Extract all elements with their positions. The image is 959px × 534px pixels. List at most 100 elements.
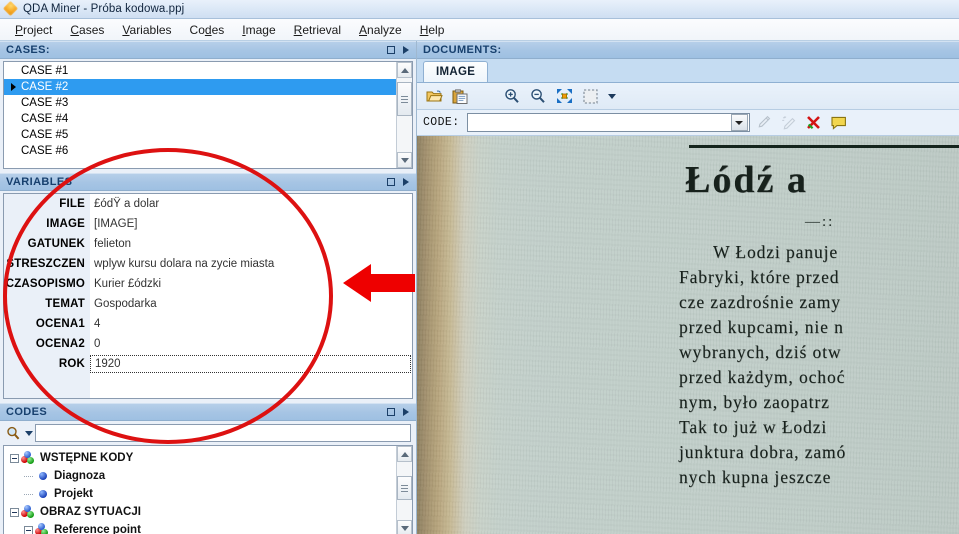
chevron-down-icon[interactable]: [605, 85, 619, 107]
variable-name: OCENA2: [4, 334, 90, 354]
variable-value[interactable]: 0: [90, 334, 412, 354]
codes-scrollbar[interactable]: [396, 446, 412, 534]
variable-row[interactable]: FILE £ódŸ a dolar: [4, 194, 412, 214]
code-tree-node[interactable]: Reference point: [8, 521, 396, 534]
code-tree-label: Diagnoza: [54, 470, 106, 482]
collapse-toggle-icon[interactable]: [8, 452, 21, 465]
variable-row[interactable]: OCENA2 0: [4, 334, 412, 354]
codes-expand-icon[interactable]: [399, 406, 412, 419]
menu-retrieval[interactable]: Retrieval: [285, 21, 350, 39]
codes-maximize-button[interactable]: [384, 406, 397, 419]
unassign-code-icon[interactable]: [778, 112, 800, 134]
case-row-label: CASE #4: [21, 113, 69, 125]
code-tree-node[interactable]: WSTĘPNE KODY: [8, 449, 396, 467]
menu-analyze[interactable]: Analyze: [350, 21, 411, 39]
tab-image[interactable]: IMAGE: [423, 61, 489, 82]
cases-scrollbar[interactable]: [396, 62, 412, 168]
scroll-down-icon[interactable]: [397, 152, 412, 168]
selection-tool-icon[interactable]: [579, 85, 601, 107]
menu-project[interactable]: Project: [6, 21, 61, 39]
variable-row[interactable]: GATUNEK felieton: [4, 234, 412, 254]
codes-scroll-track[interactable]: [397, 462, 412, 520]
case-row[interactable]: CASE #1: [4, 63, 396, 79]
variable-row[interactable]: STRESZCZEN wplyw kursu dolara na zycie mi…: [4, 254, 412, 274]
variable-value[interactable]: Gospodarka: [90, 294, 412, 314]
menu-help[interactable]: Help: [411, 21, 454, 39]
variable-value[interactable]: 1920: [90, 355, 411, 373]
search-icon[interactable]: [3, 426, 23, 440]
comment-icon[interactable]: [828, 112, 850, 134]
variable-value[interactable]: felieton: [90, 234, 412, 254]
code-group-icon: [35, 523, 50, 534]
variable-name: FILE: [4, 194, 90, 214]
documents-tabstrip[interactable]: IMAGE: [417, 59, 959, 83]
tree-line: [22, 488, 35, 501]
menu-bar[interactable]: Project Cases Variables Codes Image Retr…: [0, 19, 959, 41]
documents-panel-header: DOCUMENTS:: [417, 41, 959, 59]
scan-text-line: cze zazdrośnie zamy: [679, 292, 841, 312]
variable-value[interactable]: 4: [90, 314, 412, 334]
menu-variables[interactable]: Variables: [113, 21, 180, 39]
tree-line: [22, 470, 35, 483]
menu-image[interactable]: Image: [233, 21, 284, 39]
variable-value[interactable]: [IMAGE]: [90, 214, 412, 234]
code-tree-node[interactable]: OBRAZ SYTUACJI: [8, 503, 396, 521]
code-combobox-chevron-down-icon[interactable]: [730, 114, 748, 131]
cases-maximize-button[interactable]: [384, 44, 397, 57]
code-group-icon: [21, 505, 36, 519]
codes-search-input[interactable]: [35, 424, 411, 442]
variables-grid[interactable]: FILE £ódŸ a dolar IMAGE [IMAGE] GATUNEK felie…: [3, 193, 413, 399]
variable-row[interactable]: IMAGE [IMAGE]: [4, 214, 412, 234]
codes-scroll-thumb[interactable]: [397, 476, 412, 500]
collapse-toggle-icon[interactable]: [8, 506, 21, 519]
code-dot-icon: [35, 490, 50, 498]
menu-codes[interactable]: Codes: [181, 21, 234, 39]
fit-to-window-icon[interactable]: [553, 85, 575, 107]
cases-header-label: CASES:: [6, 44, 50, 56]
code-tree-node[interactable]: Diagnoza: [8, 467, 396, 485]
case-row[interactable]: CASE #2: [4, 79, 396, 95]
codes-scroll-down-icon[interactable]: [397, 520, 412, 534]
case-row[interactable]: CASE #6: [4, 143, 396, 159]
zoom-in-icon[interactable]: [501, 85, 523, 107]
cases-list[interactable]: CASE #1 CASE #2 CASE #3 CASE #4 CASE #5 CASE …: [4, 62, 396, 168]
variable-value[interactable]: £ódŸ a dolar: [90, 194, 412, 214]
variable-row[interactable]: CZASOPISMO Kurier £ódzki: [4, 274, 412, 294]
variable-value[interactable]: wplyw kursu dolara na zycie miasta: [90, 254, 412, 274]
codes-scroll-up-icon[interactable]: [397, 446, 412, 462]
variables-maximize-button[interactable]: [384, 176, 397, 189]
headline-rule: [689, 145, 959, 148]
window-title: QDA Miner - Próba kodowa.ppj: [23, 3, 185, 15]
variable-row[interactable]: OCENA1 4: [4, 314, 412, 334]
open-folder-icon[interactable]: [423, 85, 445, 107]
case-row[interactable]: CASE #5: [4, 127, 396, 143]
cases-expand-icon[interactable]: [399, 44, 412, 57]
variable-name: IMAGE: [4, 214, 90, 234]
paste-icon[interactable]: [449, 85, 471, 107]
menu-cases[interactable]: Cases: [61, 21, 113, 39]
case-row-label: CASE #2: [21, 81, 69, 93]
variable-value[interactable]: Kurier £ódzki: [90, 274, 412, 294]
delete-code-icon[interactable]: [803, 112, 825, 134]
codes-panel-header: CODES: [0, 403, 416, 421]
codes-tree[interactable]: WSTĘPNE KODY Diagnoza Projekt OBRAZ SYTUACJ…: [4, 446, 396, 534]
cases-scroll-thumb[interactable]: [397, 82, 412, 116]
variables-expand-icon[interactable]: [399, 176, 412, 189]
cases-scroll-track[interactable]: [397, 78, 412, 152]
search-dropdown-icon[interactable]: [23, 430, 35, 436]
assign-code-icon[interactable]: [753, 112, 775, 134]
scanned-document-view[interactable]: Łódź a —:: W Łodzi panuje Fabryki, które …: [417, 136, 959, 534]
documents-column: DOCUMENTS: IMAGE CODE: Łódź a —:: W Łodz…: [416, 41, 959, 534]
code-combobox[interactable]: [466, 113, 750, 132]
scroll-up-icon[interactable]: [397, 62, 412, 78]
image-toolbar[interactable]: [417, 83, 959, 110]
code-tree-node[interactable]: Projekt: [8, 485, 396, 503]
variable-row[interactable]: TEMAT Gospodarka: [4, 294, 412, 314]
variable-row[interactable]: ROK 1920: [4, 354, 412, 374]
collapse-toggle-icon[interactable]: [22, 524, 35, 534]
case-row[interactable]: CASE #3: [4, 95, 396, 111]
case-row-label: CASE #1: [21, 65, 69, 77]
codes-tree-container: WSTĘPNE KODY Diagnoza Projekt OBRAZ SYTUACJ…: [3, 445, 413, 534]
case-row[interactable]: CASE #4: [4, 111, 396, 127]
zoom-out-icon[interactable]: [527, 85, 549, 107]
